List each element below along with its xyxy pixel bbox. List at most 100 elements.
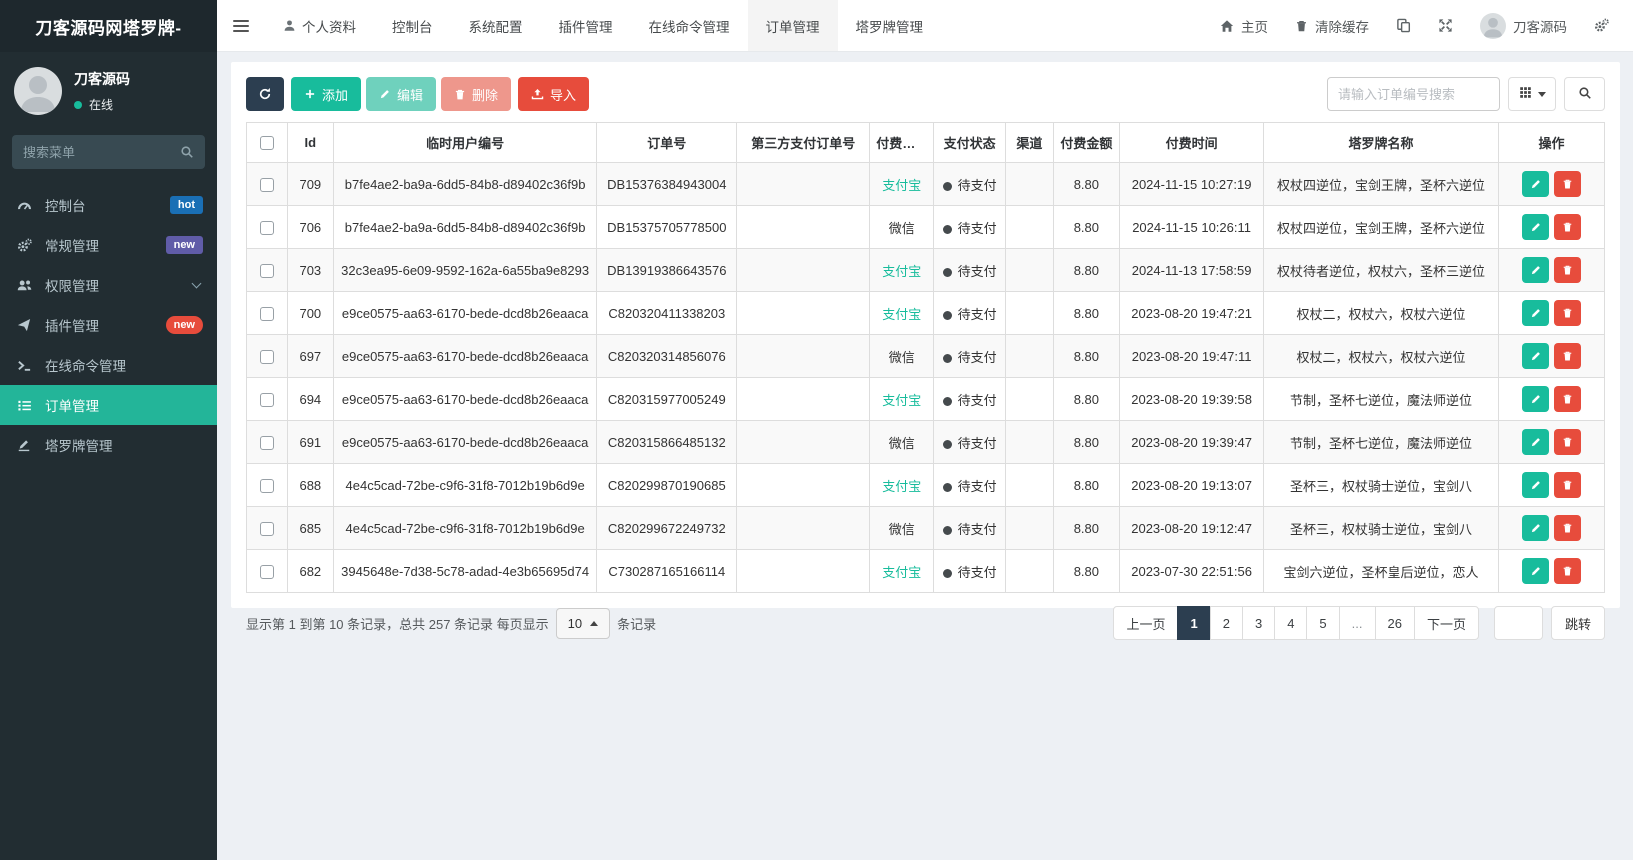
status-dot [942, 439, 952, 449]
row-delete-button[interactable] [1554, 472, 1581, 498]
cell-order-no: DB15375705778500 [596, 205, 738, 249]
cell-amount: 8.80 [1052, 377, 1121, 421]
page-number-4[interactable]: 4 [1274, 606, 1308, 640]
status-label: 待支付 [957, 220, 997, 236]
tab-profile[interactable]: 个人资料 [265, 0, 374, 51]
sidebar-item-order[interactable]: 订单管理 [0, 385, 217, 425]
main-content: 添加 编辑 删除 导入 请输入订单编号搜索 Id 临时用户编号 订单号 第三方支… [217, 52, 1633, 860]
language-button[interactable] [1396, 18, 1411, 33]
tab-command[interactable]: 在线命令管理 [631, 0, 748, 51]
jump-page-input[interactable] [1493, 606, 1543, 640]
row-edit-button[interactable] [1522, 214, 1549, 240]
row-edit-button[interactable] [1522, 515, 1549, 541]
home-button[interactable]: 主页 [1220, 16, 1268, 36]
row-delete-button[interactable] [1554, 429, 1581, 455]
column-header: 订单号 [596, 122, 738, 163]
row-checkbox[interactable] [259, 392, 274, 407]
cell-status: 待支付 [933, 205, 1007, 249]
tab-order[interactable]: 订单管理 [747, 0, 838, 51]
row-delete-button[interactable] [1554, 257, 1581, 283]
columns-dropdown-button[interactable] [1508, 77, 1556, 111]
page-number-26[interactable]: 26 [1374, 606, 1415, 640]
row-checkbox[interactable] [259, 564, 274, 579]
row-delete-button[interactable] [1554, 558, 1581, 584]
row-delete-button[interactable] [1554, 171, 1581, 197]
search-icon[interactable] [180, 145, 194, 159]
page-number-2[interactable]: 2 [1209, 606, 1243, 640]
edit-button[interactable]: 编辑 [366, 77, 437, 111]
select-all-checkbox[interactable] [259, 136, 274, 151]
row-edit-button[interactable] [1522, 343, 1549, 369]
cell-time: 2023-08-20 19:39:47 [1119, 420, 1265, 464]
cell-tarot: 权杖待者逆位，权杖六，圣杯三逆位 [1263, 248, 1499, 292]
table-row: 691 e9ce0575-aa63-6170-bede-dcd8b26eaaca C… [246, 420, 1605, 464]
row-checkbox[interactable] [259, 306, 274, 321]
clear-cache-button[interactable]: 清除缓存 [1295, 16, 1369, 36]
row-delete-button[interactable] [1554, 343, 1581, 369]
row-edit-button[interactable] [1522, 300, 1549, 326]
row-checkbox[interactable] [259, 435, 274, 450]
row-delete-button[interactable] [1554, 515, 1581, 541]
cell-time: 2024-11-13 17:58:59 [1119, 248, 1265, 292]
row-checkbox[interactable] [259, 521, 274, 536]
cell-user-no: e9ce0575-aa63-6170-bede-dcd8b26eaaca [332, 334, 598, 378]
sidebar-item-plugin[interactable]: 插件管理 new [0, 305, 217, 345]
settings-button[interactable] [1594, 18, 1609, 33]
cell-order-no: C820320314856076 [596, 334, 738, 378]
import-button[interactable]: 导入 [518, 77, 590, 111]
delete-button[interactable]: 删除 [441, 77, 512, 111]
row-edit-button[interactable] [1522, 171, 1549, 197]
row-edit-button[interactable] [1522, 558, 1549, 584]
page-next-button[interactable]: 下一页 [1413, 606, 1479, 640]
order-search-input[interactable] [1327, 77, 1500, 111]
page-number-5[interactable]: 5 [1306, 606, 1340, 640]
row-checkbox[interactable] [259, 177, 274, 192]
row-delete-button[interactable] [1554, 300, 1581, 326]
sidebar-item-console[interactable]: 控制台 hot [0, 185, 217, 225]
cell-id: 682 [286, 549, 334, 593]
sidebar-item-permission[interactable]: 权限管理 [0, 265, 217, 305]
search-button[interactable] [1564, 77, 1605, 111]
tab-plugin[interactable]: 插件管理 [541, 0, 631, 51]
tab-label: 塔罗牌管理 [855, 19, 924, 35]
tab-tarot[interactable]: 塔罗牌管理 [838, 0, 942, 51]
page-size-select[interactable]: 10 [555, 607, 611, 639]
cell-tarot: 圣杯三，权杖骑士逆位，宝剑八 [1263, 506, 1499, 550]
row-checkbox[interactable] [259, 349, 274, 364]
sidebar-item-tarot[interactable]: 塔罗牌管理 [0, 425, 217, 465]
sidebar-item-general[interactable]: 常规管理 new [0, 225, 217, 265]
row-checkbox[interactable] [259, 220, 274, 235]
orders-table: Id 临时用户编号 订单号 第三方支付订单号 付费渠道 支付状态 渠道 付费金额 付费时间 塔罗牌… [246, 122, 1605, 593]
fullscreen-button[interactable] [1438, 18, 1453, 33]
row-delete-button[interactable] [1554, 214, 1581, 240]
row-edit-button[interactable] [1522, 429, 1549, 455]
page-number-1[interactable]: 1 [1177, 606, 1211, 640]
plus-icon [304, 88, 316, 100]
cell-channel: 支付宝 [869, 162, 935, 206]
row-delete-button[interactable] [1554, 386, 1581, 412]
user-menu[interactable]: 刀客源码 [1480, 12, 1567, 39]
row-edit-button[interactable] [1522, 257, 1549, 283]
page-number-3[interactable]: 3 [1241, 606, 1276, 640]
tab-system-config[interactable]: 系统配置 [451, 0, 541, 51]
cell-time: 2023-08-20 19:47:11 [1119, 334, 1265, 378]
cell-actions [1498, 549, 1605, 593]
column-header: Id [286, 122, 334, 163]
page-prev-button[interactable]: 上一页 [1113, 606, 1179, 640]
sidebar-item-command[interactable]: 在线命令管理 [0, 345, 217, 385]
cell-qudao [1005, 162, 1054, 206]
row-edit-button[interactable] [1522, 386, 1549, 412]
add-button[interactable]: 添加 [291, 77, 362, 111]
row-checkbox[interactable] [259, 263, 274, 278]
jump-button[interactable]: 跳转 [1550, 606, 1605, 640]
cell-amount: 8.80 [1052, 506, 1121, 550]
row-checkbox[interactable] [259, 478, 274, 493]
refresh-button[interactable] [246, 77, 284, 111]
menu-toggle-button[interactable] [217, 0, 265, 51]
sidebar-search-input[interactable] [23, 144, 180, 160]
cell-third-no [736, 291, 871, 335]
home-icon [1220, 19, 1234, 33]
cell-amount: 8.80 [1052, 549, 1121, 593]
tab-console[interactable]: 控制台 [374, 0, 451, 51]
row-edit-button[interactable] [1522, 472, 1549, 498]
